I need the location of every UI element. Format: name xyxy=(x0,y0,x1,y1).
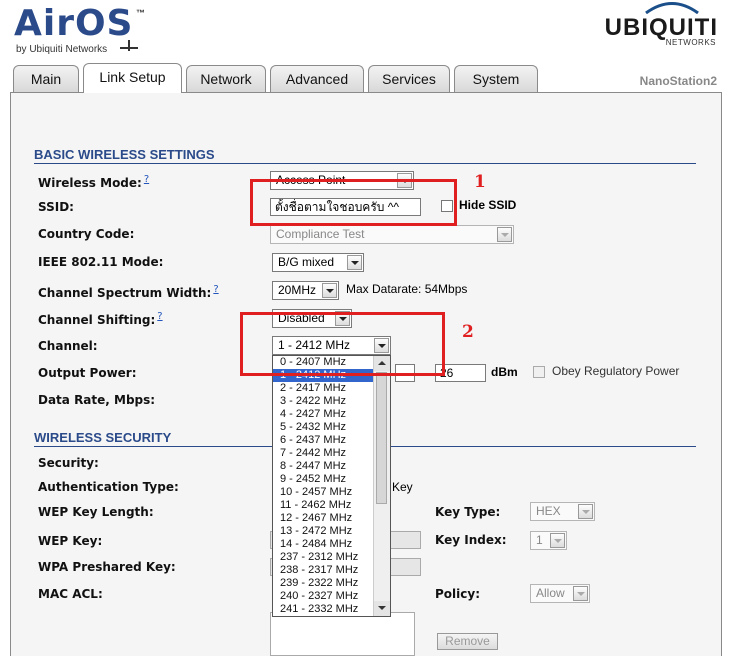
section-basic-wireless: BASIC WIRELESS SETTINGS xyxy=(34,147,215,162)
key-index-label: Key Index: xyxy=(435,533,507,547)
annotation-number-2: 2 xyxy=(462,322,474,342)
antenna-icon xyxy=(120,40,138,51)
chevron-down-icon xyxy=(550,533,565,548)
scroll-down-icon[interactable] xyxy=(374,601,390,616)
mac-acl-label: MAC ACL: xyxy=(38,587,103,601)
policy-select[interactable]: Allow xyxy=(530,584,590,603)
tab-services[interactable]: Services xyxy=(368,65,450,92)
mac-acl-list[interactable] xyxy=(270,612,415,656)
ssid-label: SSID: xyxy=(38,200,74,214)
chevron-down-icon xyxy=(497,227,512,242)
key-index-select[interactable]: 1 xyxy=(530,531,567,550)
channel-shifting-label: Channel Shifting:? xyxy=(38,311,163,327)
logo-subtitle: by Ubiquiti Networks xyxy=(16,44,108,55)
annotation-number-1: 1 xyxy=(474,172,486,192)
chevron-down-icon xyxy=(578,504,593,519)
data-rate-label: Data Rate, Mbps: xyxy=(38,393,156,407)
remove-button[interactable]: Remove xyxy=(437,633,498,650)
country-code-label: Country Code: xyxy=(38,227,135,241)
tab-link-setup[interactable]: Link Setup xyxy=(83,63,182,93)
section-wireless-security: WIRELESS SECURITY xyxy=(34,430,172,445)
ubiquiti-arc-icon xyxy=(645,2,699,14)
max-datarate-text: Max Datarate: 54Mbps xyxy=(346,282,468,296)
help-link[interactable]: ? xyxy=(157,311,162,322)
chevron-down-icon xyxy=(573,586,588,601)
section-divider xyxy=(34,163,696,164)
power-unit: dBm xyxy=(491,365,518,379)
chevron-down-icon xyxy=(347,255,362,270)
chevron-down-icon xyxy=(322,283,337,298)
channel-label: Channel: xyxy=(38,339,98,353)
tab-system[interactable]: System xyxy=(454,65,538,92)
dropdown-scrollbar[interactable] xyxy=(373,356,390,616)
obey-regulatory-checkbox[interactable] xyxy=(533,366,545,378)
device-name: NanoStation2 xyxy=(639,74,717,88)
tab-main[interactable]: Main xyxy=(13,65,79,92)
wep-key-length-label: WEP Key Length: xyxy=(38,505,154,519)
airos-logo: AirOS xyxy=(14,3,134,44)
annotation-box-2 xyxy=(240,312,445,376)
channel-width-select[interactable]: 20MHz xyxy=(272,281,339,300)
help-link[interactable]: ? xyxy=(213,284,218,295)
key-type-label: Key Type: xyxy=(435,505,501,519)
help-link[interactable]: ? xyxy=(144,174,149,185)
wireless-mode-label: Wireless Mode:? xyxy=(38,174,150,190)
brand-subtitle: NETWORKS xyxy=(665,38,716,47)
annotation-box-1 xyxy=(250,179,457,226)
scroll-thumb[interactable] xyxy=(376,372,387,504)
tab-network[interactable]: Network xyxy=(186,65,266,92)
channel-width-label: Channel Spectrum Width:? xyxy=(38,284,219,300)
obey-regulatory-label: Obey Regulatory Power xyxy=(552,364,680,378)
output-power-label: Output Power: xyxy=(38,366,137,380)
auth-type-suffix: Key xyxy=(392,480,413,494)
ieee-mode-select[interactable]: B/G mixed xyxy=(272,253,364,272)
channel-dropdown-list[interactable]: 0 - 2407 MHz 1 - 2412 MHz 2 - 2417 MHz 3 - … xyxy=(272,355,391,617)
wep-key-label: WEP Key: xyxy=(38,534,103,548)
policy-label: Policy: xyxy=(435,587,480,601)
hide-ssid-label: Hide SSID xyxy=(459,198,517,212)
ieee-mode-label: IEEE 802.11 Mode: xyxy=(38,255,164,269)
security-label: Security: xyxy=(38,456,99,470)
country-code-select[interactable]: Compliance Test xyxy=(270,225,514,244)
auth-type-label: Authentication Type: xyxy=(38,480,179,494)
key-type-select[interactable]: HEX xyxy=(530,502,595,521)
tab-advanced[interactable]: Advanced xyxy=(270,65,364,92)
wpa-key-label: WPA Preshared Key: xyxy=(38,560,176,574)
logo-trademark: ™ xyxy=(136,8,145,18)
